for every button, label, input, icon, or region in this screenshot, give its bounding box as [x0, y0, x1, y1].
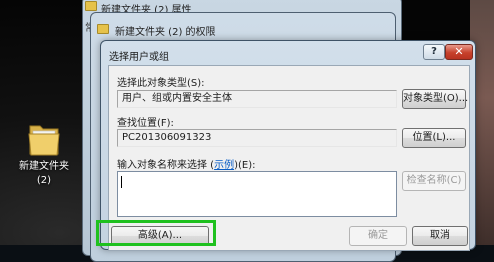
object-names-label: 输入对象名称来选择 (示例)(E):	[117, 156, 256, 171]
help-button[interactable]: ?	[423, 44, 445, 60]
text-caret	[121, 176, 122, 188]
examples-link[interactable]: 示例	[214, 160, 234, 171]
cancel-button[interactable]: 取消	[412, 226, 468, 246]
ok-button[interactable]: 确定	[349, 226, 407, 246]
object-names-label-suffix: )(E):	[234, 160, 256, 171]
close-button[interactable]: ✕	[445, 44, 473, 60]
object-type-field: 用户、组或内置安全主体	[117, 90, 397, 108]
dialog-title: 选择用户或组	[109, 52, 169, 63]
location-label: 查找位置(F):	[117, 118, 174, 129]
object-names-label-prefix: 输入对象名称来选择 (	[117, 160, 215, 171]
object-type-label: 选择此对象类型(S):	[117, 78, 205, 89]
folder-icon	[85, 1, 97, 11]
object-types-button[interactable]: 对象类型(O)...	[402, 89, 468, 109]
location-field: PC201306091323	[117, 129, 397, 147]
locations-button[interactable]: 位置(L)...	[402, 128, 466, 148]
advanced-button-highlight	[96, 220, 216, 246]
desktop-folder[interactable]: 新建文件夹 (2)	[14, 118, 74, 188]
check-names-button[interactable]: 检查名称(C)	[402, 171, 466, 191]
select-users-dialog: 选择用户或组 ? ✕ 选择此对象类型(S): 用户、组或内置安全主体 对象类型(…	[100, 40, 476, 251]
folder-icon	[28, 125, 60, 156]
permissions-window-title: 新建文件夹 (2) 的权限	[115, 27, 216, 38]
folder-label: 新建文件夹 (2)	[19, 161, 69, 186]
object-names-input[interactable]	[117, 171, 397, 217]
folder-icon	[97, 24, 109, 34]
